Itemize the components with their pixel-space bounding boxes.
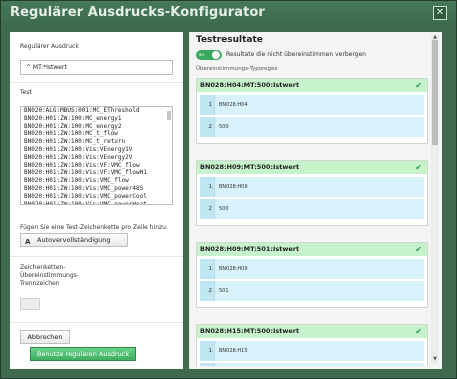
- test-line: BN020:H01:ZW:100:Vis:VMC_power48S: [24, 184, 144, 192]
- result-header-text: BN028:H09:MT:500:Istwert: [200, 163, 300, 171]
- group-row: 1 BN028:H15: [200, 341, 424, 361]
- group-row: 1 BN028:H04: [200, 95, 424, 115]
- regex-label: Regulärer Ausdruck: [20, 43, 79, 50]
- result-header-text: BN028:H04:MT:500:Istwert: [200, 81, 300, 89]
- match-groups: 1 BN028:H09 2 500: [197, 174, 427, 225]
- group-index: 2: [200, 117, 214, 137]
- group-row: 2500: [200, 199, 424, 219]
- autocomplete-icon: A: [25, 238, 31, 246]
- test-label: Test: [20, 89, 32, 96]
- result-header: BN028:H09:MT:501:Istwert ✔: [197, 243, 427, 256]
- group-value: 500: [214, 117, 424, 137]
- divider: [10, 322, 183, 323]
- divider: [10, 82, 183, 83]
- check-icon: ✔: [415, 163, 422, 172]
- check-icon: ✔: [415, 245, 422, 254]
- test-line: BN020:ALG:MBUS:001:MC_EThreshold: [24, 107, 140, 114]
- test-line: BN020:H01:ZW:100:Vis:VF:VMC_flow: [24, 161, 140, 169]
- result-header: BN028:H15:MT:500:Istwert ✔: [197, 325, 427, 338]
- dialog-title: Regulärer Ausdrucks-Konfigurator: [10, 5, 265, 20]
- test-line: BN020:H01:ZW:100:Vis:VMC_powerCool: [24, 192, 147, 200]
- group-index: 1: [200, 177, 214, 197]
- textarea-scrollbar[interactable]: [167, 111, 171, 120]
- toggle-state-label: an: [199, 52, 204, 57]
- test-results-title: Testresultate: [196, 35, 263, 45]
- test-lines: BN020:ALG:MBUS:001:MC_EThreshold BN020:H0…: [21, 107, 172, 205]
- autocomplete-button[interactable]: A Autovervollständigung: [20, 233, 128, 247]
- right-panel: Testresultate an Resultate die nicht übe…: [189, 32, 442, 369]
- results-list: BN028:H04:MT:500:Istwert ✔ 1 BN028:H04 2 500 B…: [196, 78, 428, 366]
- scroll-thumb[interactable]: [432, 40, 438, 145]
- group-index: 2: [200, 363, 214, 366]
- toggle-knob: [212, 51, 220, 59]
- match-groups: 1BN028:H152500: [197, 338, 427, 366]
- left-panel: Regulärer Ausdruck ^ MT:*Istwert Test BN…: [10, 32, 183, 369]
- group-row: 2500: [200, 363, 424, 366]
- test-line: BN020:H01:ZW:100:Vis:VF:VMC_flowH1: [24, 169, 147, 177]
- group-value: BN028:H04: [214, 95, 424, 115]
- regex-configurator-dialog: Regulärer Ausdrucks-Konfigurator ✕ Regul…: [0, 0, 457, 379]
- result-card: BN028:H09:MT:500:Istwert ✔ 1 BN028:H09 2 500: [196, 160, 428, 226]
- test-line: BN020:H01:ZW:100:Vis:VEnergy1V: [24, 145, 133, 153]
- group-index: 1: [200, 341, 214, 361]
- result-card: BN028:H09:MT:501:Istwert ✔ 1 BN028:H09 2 501: [196, 242, 428, 308]
- divider: [10, 256, 183, 257]
- group-index: 2: [200, 199, 214, 219]
- group-index: 1: [200, 259, 214, 279]
- separator-label-line1: Zeichenketten-: [20, 264, 66, 271]
- result-header-text: BN028:H09:MT:501:Istwert: [200, 245, 300, 253]
- group-value: 500: [214, 199, 424, 219]
- result-header: BN028:H09:MT:500:Istwert ✔: [197, 161, 427, 174]
- result-card: BN028:H15:MT:500:Istwert✔1BN028:H152500: [196, 324, 428, 366]
- separator-input[interactable]: [20, 298, 40, 310]
- group-row: 1 BN028:H09: [200, 259, 424, 279]
- regex-input[interactable]: ^ MT:*Istwert: [20, 60, 173, 75]
- separator-label-line3: Trennzeichen: [20, 280, 60, 287]
- result-header-text: BN028:H15:MT:500:Istwert: [200, 327, 300, 335]
- match-types-label: Übereinstimmungs-Typoregex: [196, 66, 278, 72]
- group-row: 2500: [200, 117, 424, 137]
- title-bar[interactable]: Regulärer Ausdrucks-Konfigurator ✕: [1, 1, 456, 27]
- group-row: 2 501: [200, 281, 424, 301]
- group-index: 2: [200, 281, 214, 301]
- match-groups: 1 BN028:H04 2 500: [197, 92, 427, 143]
- group-row: 1 BN028:H09: [200, 177, 424, 197]
- check-icon: ✔: [415, 81, 422, 90]
- separator-label-line2: Übereinstimmungs-: [20, 272, 79, 279]
- check-icon: ✔: [415, 327, 422, 336]
- test-strings-textarea[interactable]: BN020:ALG:MBUS:001:MC_EThreshold BN020:H0…: [20, 106, 173, 205]
- test-line: BN020:H01:ZW:100:MC_energy1: [24, 114, 122, 122]
- group-value: 501: [214, 281, 424, 301]
- hide-nonmatching-toggle[interactable]: an: [196, 50, 222, 60]
- match-groups: 1 BN028:H09 2 501: [197, 256, 427, 307]
- group-value: BN028:H09: [214, 177, 424, 197]
- test-line: BN020:H01:ZW:100:Vis:VMC_powerHeat: [24, 200, 147, 205]
- test-line: BN020:H01:ZW:100:MC_energy2: [24, 122, 122, 130]
- autocomplete-label: Autovervollständigung: [37, 236, 111, 244]
- test-line: BN020:H01:ZW:100:MC_t_flow: [24, 130, 118, 138]
- group-value: BN028:H15: [214, 341, 424, 361]
- test-line: BN020:H01:ZW:100:MC_t_return: [24, 138, 126, 146]
- test-hint: Fügen Sie eine Test-Zeichenkette pro Zei…: [20, 224, 168, 231]
- use-regex-button[interactable]: Benutze regularen Ausdruck: [30, 347, 136, 361]
- test-line: BN020:H01:ZW:100:Vis:VMC_flow: [24, 177, 129, 185]
- result-card: BN028:H04:MT:500:Istwert ✔ 1 BN028:H04 2 500: [196, 78, 428, 144]
- hide-nonmatching-label: Resultate die nicht übereinstimmen verbe…: [226, 51, 366, 58]
- results-scrollbar[interactable]: ▲ ▼: [431, 34, 439, 364]
- group-value: BN028:H09: [214, 259, 424, 279]
- close-icon[interactable]: ✕: [433, 6, 447, 20]
- cancel-button[interactable]: Abbrechen: [20, 330, 70, 344]
- result-header: BN028:H04:MT:500:Istwert ✔: [197, 79, 427, 92]
- group-value: 500: [214, 363, 424, 366]
- group-index: 1: [200, 95, 214, 115]
- scroll-down-icon[interactable]: ▼: [432, 356, 438, 362]
- test-line: BN020:H01:ZW:100:Vis:VEnergy2V: [24, 153, 133, 161]
